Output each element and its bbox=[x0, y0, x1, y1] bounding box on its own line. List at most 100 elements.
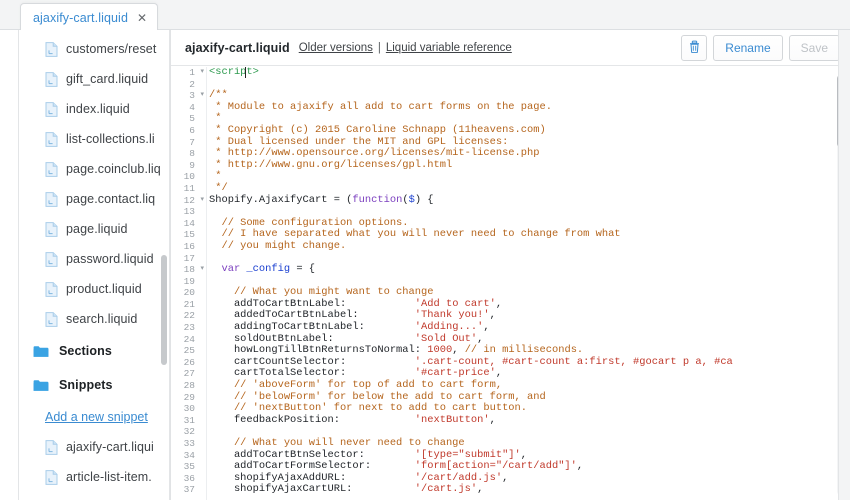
code-token-comment: // Some configuration options. bbox=[209, 216, 409, 229]
file-tree-item[interactable]: article-list-item. bbox=[19, 462, 169, 492]
line-number: 30 bbox=[183, 403, 195, 415]
line-number: 15 bbox=[183, 229, 195, 241]
close-icon[interactable]: ✕ bbox=[137, 12, 147, 24]
code-token-ident: , bbox=[502, 471, 509, 484]
folder-name-label: Sections bbox=[59, 344, 112, 358]
line-number: 33 bbox=[183, 438, 195, 449]
code-fold-toggle-icon[interactable]: ▾ bbox=[196, 90, 204, 102]
code-fold-toggle-icon[interactable]: ▾ bbox=[196, 195, 204, 207]
code-token-ident: , bbox=[452, 344, 465, 357]
code-token-prop: shopifyAjaxCartURL: bbox=[209, 483, 415, 496]
file-tree-item[interactable]: customers/reset bbox=[19, 34, 169, 64]
rename-button[interactable]: Rename bbox=[713, 35, 783, 61]
delete-button[interactable] bbox=[681, 35, 708, 61]
code-fold-toggle-icon[interactable]: ▾ bbox=[196, 264, 204, 276]
file-name-label: page.coinclub.liq bbox=[66, 162, 161, 176]
line-number: 29 bbox=[183, 391, 195, 403]
document-icon bbox=[45, 101, 58, 117]
code-token-str: 'Adding...' bbox=[414, 321, 484, 334]
code-line[interactable]: * bbox=[209, 171, 850, 183]
line-number: 13 bbox=[183, 206, 195, 218]
document-icon bbox=[45, 251, 58, 267]
file-tree-item[interactable]: index.liquid bbox=[19, 94, 169, 124]
code-token-comment: * bbox=[209, 170, 222, 183]
code-token-comment: // What you might want to change bbox=[209, 286, 434, 299]
code-editor-panel: ajaxify-cart.liquid Older versions | Liq… bbox=[170, 30, 850, 500]
code-token-prop: addToCartBtnLabel: bbox=[209, 297, 415, 310]
code-token-ident: , bbox=[520, 448, 528, 461]
code-token-prop: addedToCartBtnLabel: bbox=[209, 309, 415, 322]
code-token-prop: cartCountSelector: bbox=[209, 355, 415, 368]
line-number: 27 bbox=[183, 368, 195, 380]
code-token-comment: // What you will never need to change bbox=[209, 437, 465, 449]
folder-name-label: Snippets bbox=[59, 378, 113, 392]
line-number: 10 bbox=[183, 171, 195, 183]
file-tree-item[interactable]: page.liquid bbox=[19, 214, 169, 244]
code-line[interactable]: * Module to ajaxify all add to cart form… bbox=[209, 101, 850, 114]
app-root: ajaxify-cart.liquid ✕ customers/reset gif… bbox=[0, 0, 850, 500]
line-number: 11 bbox=[183, 182, 195, 194]
line-number: 28 bbox=[183, 380, 195, 392]
code-text[interactable]: <script> /** * Module to ajaxify all add… bbox=[207, 67, 850, 500]
file-tree-item[interactable]: page.contact.liq bbox=[19, 184, 169, 214]
line-number: 32 bbox=[183, 426, 195, 438]
code-token-comment: // in milliseconds. bbox=[464, 344, 584, 357]
code-token-ident: , bbox=[489, 309, 496, 322]
code-fold-toggle-icon[interactable]: ▾ bbox=[196, 67, 204, 79]
line-number: 36 bbox=[183, 472, 195, 484]
document-icon bbox=[45, 469, 58, 485]
code-token-comment: * Dual licensed under the MIT and GPL li… bbox=[209, 135, 509, 148]
liquid-variable-reference-link[interactable]: Liquid variable reference bbox=[386, 42, 512, 54]
code-token-prop: feedbackPosition: bbox=[209, 413, 415, 426]
code-token-comment: // 'belowForm' for below the add to cart… bbox=[209, 390, 546, 403]
file-tree-item[interactable]: password.liquid bbox=[19, 244, 169, 274]
line-number: 17 bbox=[183, 252, 195, 264]
page-right-gutter bbox=[838, 30, 850, 500]
file-name-label: page.liquid bbox=[66, 222, 128, 236]
file-name-label: search.liquid bbox=[66, 312, 138, 326]
file-tree-item[interactable]: search.liquid bbox=[19, 304, 169, 334]
code-token-comment: * bbox=[209, 112, 222, 125]
code-token-comment: * http://www.opensource.org/licenses/mit… bbox=[209, 147, 540, 160]
file-tree-item[interactable]: list-collections.li bbox=[19, 124, 169, 154]
code-line[interactable]: Shopify.AjaxifyCart = (function($) { bbox=[209, 194, 850, 207]
code-line[interactable]: var _config = { bbox=[209, 263, 850, 276]
code-token-str: '#cart-price' bbox=[414, 367, 496, 380]
file-tree-item[interactable]: ajaxify-cart.liqui bbox=[19, 432, 169, 462]
line-number: 4 bbox=[189, 101, 195, 113]
code-line[interactable] bbox=[209, 79, 850, 91]
code-token-ident: , bbox=[495, 367, 503, 380]
line-number: 21 bbox=[183, 298, 195, 310]
code-token-num: 1000 bbox=[427, 344, 453, 357]
code-line[interactable]: shopifyAjaxCartURL: '/cart.js', bbox=[209, 484, 850, 496]
file-tree-folder[interactable]: Snippets bbox=[19, 368, 169, 402]
code-area[interactable]: 1 ▾ 2 3 ▾ 4 5 6 7 8 9 10 11 12 ▾ 13 14 15 16 17 18 ▾ 19 20 21 22 2… bbox=[171, 67, 850, 500]
code-line[interactable]: feedbackPosition: 'nextButton', bbox=[209, 413, 850, 427]
line-number: 8 bbox=[189, 148, 195, 160]
document-icon bbox=[45, 439, 58, 455]
code-token-prop: soldOutBtnLabel: bbox=[209, 332, 415, 345]
add-new-snippet-link[interactable]: Add a new snippet bbox=[19, 402, 169, 432]
code-token-comment: /** bbox=[209, 89, 228, 102]
code-line[interactable]: * http://www.gnu.org/licenses/gpl.html bbox=[209, 159, 850, 172]
tab-ajaxify-cart-liquid[interactable]: ajaxify-cart.liquid ✕ bbox=[20, 3, 159, 31]
save-button[interactable]: Save bbox=[788, 35, 840, 61]
line-number: 24 bbox=[183, 333, 195, 345]
code-token-ident: , bbox=[576, 460, 584, 473]
code-token-ident: , bbox=[477, 332, 484, 345]
file-tree-item[interactable]: page.coinclub.liq bbox=[19, 154, 169, 184]
file-tree-item[interactable]: product.liquid bbox=[19, 274, 169, 304]
older-versions-link[interactable]: Older versions bbox=[299, 42, 373, 54]
line-number: 22 bbox=[183, 310, 195, 322]
file-tree-sidebar[interactable]: customers/reset gift_card.liquid index.liq… bbox=[18, 30, 170, 500]
file-tree-item[interactable]: gift_card.liquid bbox=[19, 64, 169, 94]
code-token-str: 'Thank you!' bbox=[414, 309, 490, 322]
code-line[interactable]: // you might change. bbox=[209, 239, 850, 253]
code-line[interactable]: <script> bbox=[209, 67, 850, 79]
code-token-tag: <script> bbox=[209, 67, 259, 78]
document-icon bbox=[45, 131, 58, 147]
sidebar-scrollbar-thumb[interactable] bbox=[161, 255, 167, 365]
file-tree-item[interactable]: bold_loyalties_e bbox=[19, 492, 169, 500]
file-tree-folder[interactable]: Sections bbox=[19, 334, 169, 368]
code-token-comment: // you might change. bbox=[209, 239, 347, 252]
